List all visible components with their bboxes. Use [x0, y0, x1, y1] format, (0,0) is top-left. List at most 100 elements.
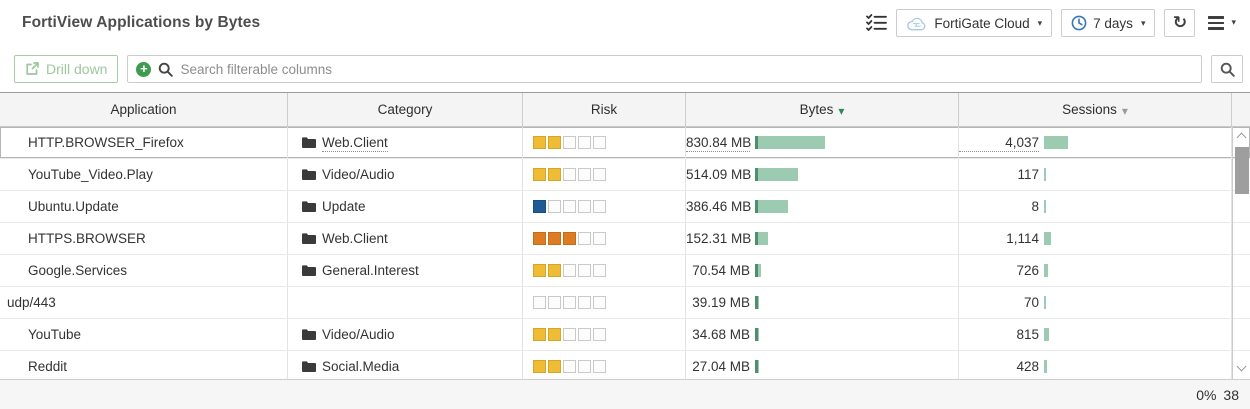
bytes-cell[interactable]: 27.04 MB [686, 351, 959, 379]
bytes-bar [755, 232, 768, 245]
sessions-cell[interactable]: 1,114 [959, 223, 1232, 254]
bytes-cell[interactable]: 152.31 MB [686, 223, 959, 254]
bytes-cell[interactable]: 39.19 MB [686, 287, 959, 318]
category-name: Video/Audio [322, 326, 395, 344]
bytes-value: 34.68 MB [686, 326, 750, 344]
folder-icon [302, 233, 316, 244]
folder-icon [302, 361, 316, 372]
search-input[interactable] [180, 62, 1193, 77]
table-row[interactable]: HTTPS.BROWSER Web.Client 152.31 MB 1,114 [0, 223, 1250, 255]
application-cell[interactable]: Reddit [0, 351, 288, 379]
risk-meter [533, 264, 606, 277]
column-header-category[interactable]: Category [288, 93, 523, 126]
category-name: Web.Client [322, 230, 388, 248]
category-cell[interactable] [288, 287, 523, 318]
bytes-cell[interactable]: 34.68 MB [686, 319, 959, 350]
table-row[interactable]: Google.Services General.Interest 70.54 M… [0, 255, 1250, 287]
sessions-cell[interactable]: 815 [959, 319, 1232, 350]
sessions-cell[interactable]: 117 [959, 159, 1232, 190]
table-row[interactable]: YouTube_Video.Play Video/Audio 514.09 MB… [0, 159, 1250, 191]
table-row[interactable]: Reddit Social.Media 27.04 MB 428 [0, 351, 1250, 379]
application-cell[interactable]: Ubuntu.Update [0, 191, 288, 222]
table-row[interactable]: Ubuntu.Update Update 386.46 MB 8 [0, 191, 1250, 223]
sessions-cell[interactable]: 70 [959, 287, 1232, 318]
bytes-cell[interactable]: 830.84 MB [686, 127, 959, 158]
folder-icon [302, 329, 316, 340]
bytes-value: 39.19 MB [686, 294, 750, 312]
bytes-cell[interactable]: 70.54 MB [686, 255, 959, 286]
bytes-value: 514.09 MB [686, 166, 750, 184]
application-cell[interactable]: HTTPS.BROWSER [0, 223, 288, 254]
table-body: HTTP.BROWSER_Firefox Web.Client 830.84 M… [0, 127, 1250, 379]
scroll-down-icon[interactable] [1237, 362, 1247, 372]
time-range-dropdown[interactable]: 7 days ▾ [1061, 9, 1155, 37]
sessions-cell[interactable]: 428 [959, 351, 1232, 379]
risk-cell [523, 159, 686, 190]
chevron-down-icon: ▾ [1038, 19, 1043, 28]
sessions-value: 70 [959, 294, 1039, 312]
risk-cell [523, 223, 686, 254]
sessions-value: 815 [959, 326, 1039, 344]
table-row[interactable]: YouTube Video/Audio 34.68 MB 815 [0, 319, 1250, 351]
category-cell[interactable]: Social.Media [288, 351, 523, 379]
category-cell[interactable]: General.Interest [288, 255, 523, 286]
category-cell[interactable]: Web.Client [288, 127, 523, 158]
filter-bar: Drill down + [0, 46, 1250, 92]
category-cell[interactable]: Video/Audio [288, 159, 523, 190]
application-name: Ubuntu.Update [28, 199, 119, 214]
clock-icon [1071, 15, 1087, 31]
drill-down-button[interactable]: Drill down [14, 55, 118, 83]
bytes-cell[interactable]: 514.09 MB [686, 159, 959, 190]
drill-down-icon [25, 62, 39, 76]
scroll-up-icon[interactable] [1237, 133, 1247, 143]
sessions-value: 8 [959, 198, 1039, 216]
application-name: YouTube [28, 327, 81, 342]
application-name: Reddit [28, 359, 67, 374]
risk-meter [533, 136, 606, 149]
table-row[interactable]: HTTP.BROWSER_Firefox Web.Client 830.84 M… [0, 127, 1250, 159]
sessions-value: 428 [959, 358, 1039, 376]
add-filter-icon[interactable]: + [136, 62, 151, 77]
application-name: YouTube_Video.Play [28, 167, 153, 182]
refresh-button[interactable]: ↻ [1164, 9, 1195, 37]
application-cell[interactable]: Google.Services [0, 255, 288, 286]
application-cell[interactable]: YouTube [0, 319, 288, 350]
bytes-value: 830.84 MB [686, 134, 750, 152]
view-settings-icon[interactable] [866, 14, 887, 32]
application-cell[interactable]: udp/443 [0, 287, 288, 318]
bytes-value: 152.31 MB [686, 230, 750, 248]
settings-menu-button[interactable]: ▾ [1204, 16, 1240, 29]
sort-desc-icon: ▾ [1122, 105, 1128, 117]
scrollbar[interactable] [1232, 127, 1250, 379]
sessions-value: 726 [959, 262, 1039, 280]
column-header-application[interactable]: Application [0, 93, 288, 126]
search-button[interactable] [1211, 55, 1243, 83]
column-header-sessions[interactable]: Sessions ▾ [959, 93, 1232, 126]
sessions-cell[interactable]: 4,037 [959, 127, 1232, 158]
risk-meter [533, 296, 606, 309]
sessions-value: 117 [959, 166, 1039, 184]
table-row[interactable]: udp/443 39.19 MB 70 [0, 287, 1250, 319]
category-cell[interactable]: Web.Client [288, 223, 523, 254]
column-header-bytes[interactable]: Bytes ▾ [686, 93, 959, 126]
device-dropdown[interactable]: FortiGate Cloud ▾ [896, 9, 1052, 37]
scrollbar-thumb[interactable] [1235, 147, 1249, 194]
sessions-cell[interactable]: 8 [959, 191, 1232, 222]
category-cell[interactable]: Video/Audio [288, 319, 523, 350]
column-header-risk[interactable]: Risk [523, 93, 686, 126]
search-box[interactable]: + [127, 55, 1202, 83]
application-cell[interactable]: HTTP.BROWSER_Firefox [0, 127, 288, 158]
folder-icon [302, 265, 316, 276]
sessions-cell[interactable]: 726 [959, 255, 1232, 286]
category-name: Video/Audio [322, 166, 395, 184]
search-icon [158, 62, 173, 77]
bytes-bar [755, 296, 759, 309]
bytes-cell[interactable]: 386.46 MB [686, 191, 959, 222]
folder-icon [302, 137, 316, 148]
risk-cell [523, 319, 686, 350]
category-cell[interactable]: Update [288, 191, 523, 222]
bytes-value: 27.04 MB [686, 358, 750, 376]
row-count: 38 [1223, 387, 1239, 403]
sessions-bar [1044, 232, 1051, 245]
application-cell[interactable]: YouTube_Video.Play [0, 159, 288, 190]
